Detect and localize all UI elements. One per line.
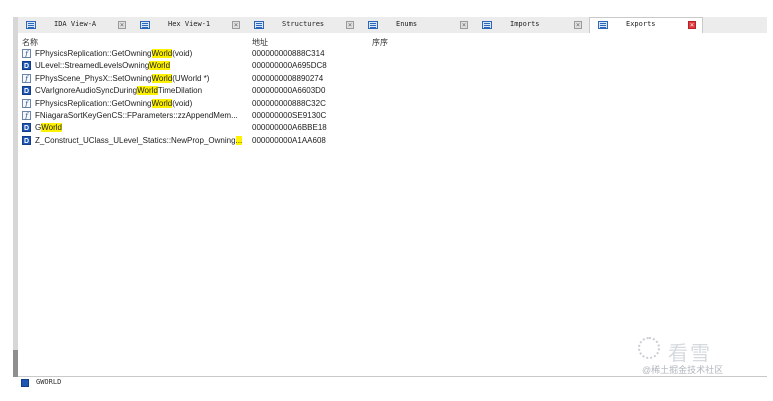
kanxue-logo-icon (638, 337, 660, 359)
tab-exports[interactable]: Exports × (589, 17, 703, 33)
column-header-address[interactable]: 地址 (252, 37, 268, 48)
search-highlight: World (151, 49, 173, 58)
row-address: 000000000A6603D0 (252, 86, 326, 96)
exports-icon (598, 21, 608, 29)
name-text: ULevel::StreamedLevelsOwning (35, 61, 150, 71)
status-text: GWORLD (36, 378, 62, 386)
function-icon: f (22, 73, 31, 83)
function-icon: f (22, 49, 31, 58)
close-icon[interactable]: × (574, 21, 582, 29)
tab-label: Imports (510, 20, 540, 28)
tab-imports[interactable]: Imports × (474, 18, 588, 32)
tab-bar: IDA View-A × Hex View-1 × Structures × E… (18, 17, 767, 34)
search-highlight: World (151, 73, 173, 83)
row-address: 000000000SE9130C (252, 111, 327, 120)
row-address: 000000000888C32C (252, 98, 326, 108)
row-address: 000000000A695DC8 (252, 61, 327, 71)
enums-icon (368, 21, 378, 29)
data-icon: D (22, 86, 31, 96)
row-name: Z_Construct_UClass_ULevel_Statics::NewPr… (35, 135, 249, 147)
hex-view-icon (140, 21, 150, 29)
row-name: CVarIgnoreAudioSyncDuringWorldTimeDilati… (35, 85, 249, 97)
data-icon: D (22, 123, 31, 133)
table-row[interactable]: f FPhysicsReplication::GetOwningWorld(voi… (22, 48, 342, 60)
row-address: 000000000A6BBE18 (252, 123, 327, 133)
name-text: TimeDilation (157, 86, 203, 96)
row-address: 0000000008890274 (252, 73, 324, 83)
close-icon[interactable]: × (118, 21, 126, 29)
table-row[interactable]: f FNiagaraSortKeyGenCS::FParameters::zzAp… (22, 110, 342, 122)
table-row[interactable]: D ULevel::StreamedLevelsOwningWorld 000000… (22, 60, 342, 72)
row-name: FNiagaraSortKeyGenCS::FParameters::zzApp… (35, 110, 249, 122)
row-address: 000000000A1AA608 (252, 135, 326, 145)
tab-hex-view-1[interactable]: Hex View-1 × (132, 18, 246, 32)
name-text: (void) (172, 49, 193, 58)
name-text: FPhysicsReplication::GetOwning (35, 49, 152, 58)
tab-label: Exports (626, 20, 656, 28)
row-name: GWorld (35, 122, 249, 134)
search-highlight: World (137, 86, 158, 96)
row-name: ULevel::StreamedLevelsOwningWorld (35, 60, 249, 72)
close-icon[interactable]: × (688, 21, 696, 29)
column-header-ordinal[interactable]: 序序 (372, 37, 388, 48)
name-text: (void) (172, 98, 193, 108)
function-icon: f (22, 98, 31, 108)
table-row[interactable]: D GWorld 000000000A6BBE18 (22, 122, 342, 134)
name-text: (UWorld *) (172, 73, 210, 83)
row-name: FPhysicsReplication::GetOwningWorld(void… (35, 98, 249, 110)
data-icon: D (22, 135, 31, 145)
tab-label: IDA View-A (54, 20, 97, 28)
function-icon: f (22, 111, 31, 120)
watermark-big: 看雪 (668, 343, 712, 365)
disassembly-view-icon (26, 21, 36, 29)
name-text: Z_Construct_UClass_ULevel_Statics::NewPr… (35, 135, 236, 145)
watermark-small: @稀土掘金技术社区 (642, 365, 724, 375)
row-name: FPhysScene_PhysX::SetOwningWorld(UWorld … (35, 73, 249, 85)
tab-label: Structures (282, 20, 325, 28)
search-highlight: World (41, 123, 62, 133)
table-row[interactable]: f FPhysScene_PhysX::SetOwningWorld(UWorld… (22, 73, 342, 85)
name-text: FPhysicsReplication::GetOwning (35, 98, 152, 108)
data-icon (21, 379, 29, 387)
tab-enums[interactable]: Enums × (360, 18, 474, 32)
tab-structures[interactable]: Structures × (246, 18, 360, 32)
tab-label: Enums (396, 20, 418, 28)
close-icon[interactable]: × (232, 21, 240, 29)
table-row[interactable]: f FPhysicsReplication::GetOwningWorld(voi… (22, 98, 342, 110)
data-icon: D (22, 61, 31, 71)
close-icon[interactable]: × (460, 21, 468, 29)
name-text: FNiagaraSortKeyGenCS::FParameters::zzApp… (35, 111, 238, 120)
close-icon[interactable]: × (346, 21, 354, 29)
imports-icon (482, 21, 492, 29)
name-text: CVarIgnoreAudioSyncDuring (35, 86, 138, 96)
tab-label: Hex View-1 (168, 20, 211, 28)
search-highlight: ... (235, 135, 243, 145)
watermark: 看雪 @稀土掘金技术社区 (638, 337, 758, 377)
search-highlight: World (151, 98, 173, 108)
structures-icon (254, 21, 264, 29)
status-bar: GWORLD (18, 376, 767, 389)
table-row[interactable]: D Z_Construct_UClass_ULevel_Statics::NewP… (22, 135, 342, 147)
column-header-name[interactable]: 名称 (22, 37, 38, 48)
row-address: 000000000888C314 (252, 49, 325, 58)
row-name: FPhysicsReplication::GetOwningWorld(void… (35, 48, 249, 60)
table-row[interactable]: D CVarIgnoreAudioSyncDuringWorldTimeDilat… (22, 85, 342, 97)
tab-ida-view-a[interactable]: IDA View-A × (18, 18, 132, 32)
search-highlight: World (149, 61, 171, 71)
name-text: FPhysScene_PhysX::SetOwning (35, 73, 152, 83)
